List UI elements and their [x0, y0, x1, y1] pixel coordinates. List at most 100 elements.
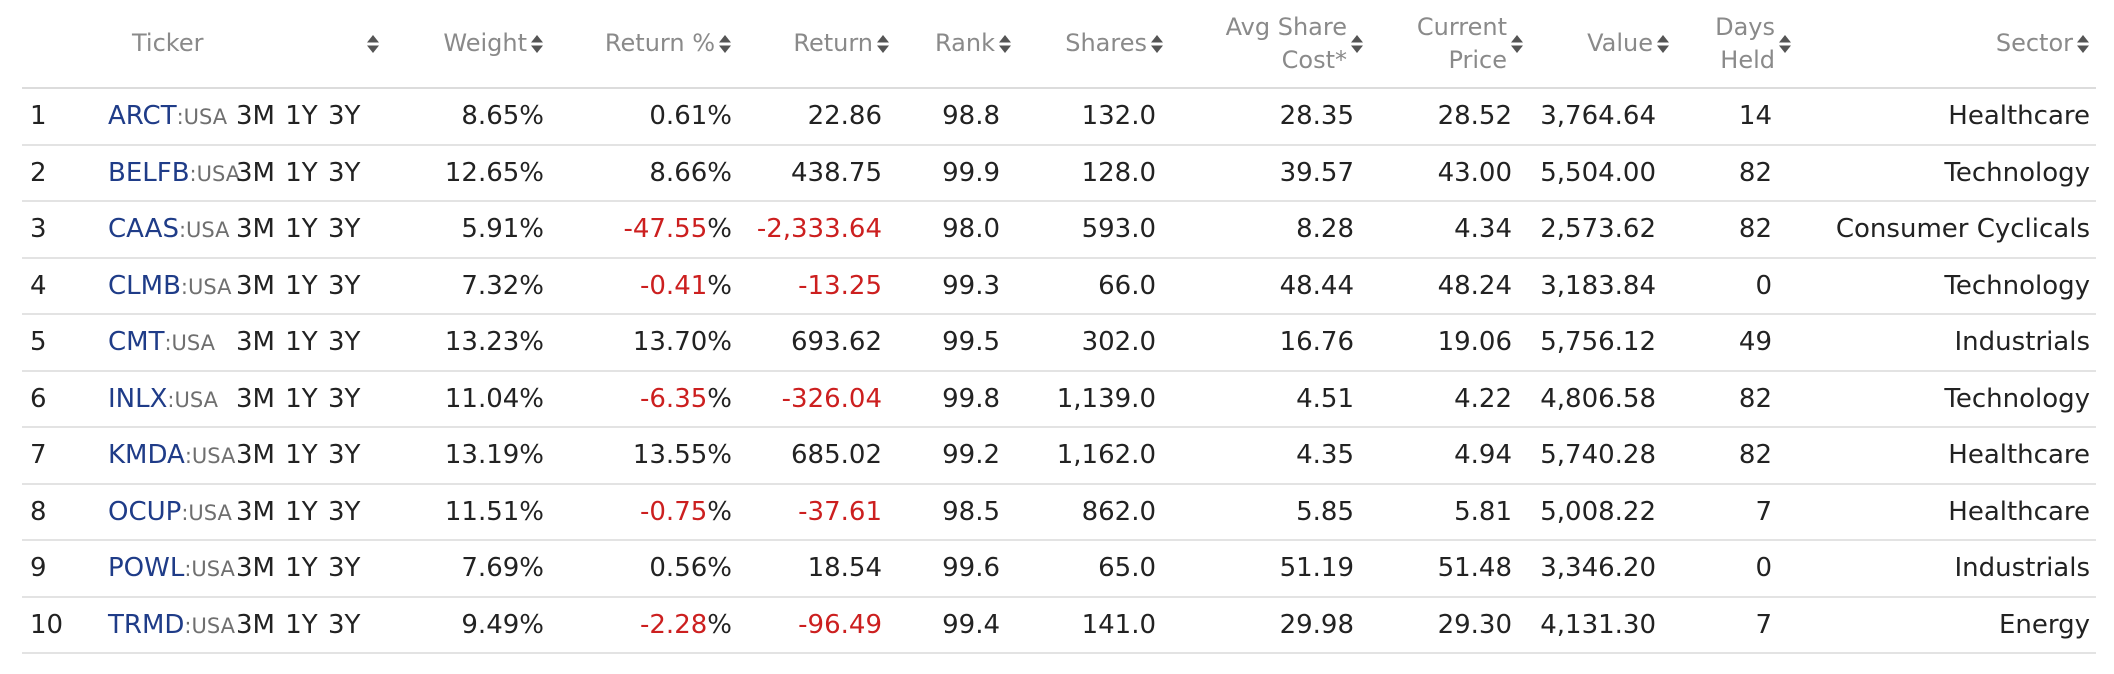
weight-cell: 13.19%: [394, 427, 544, 485]
price-cell: 5.81: [1364, 483, 1524, 541]
sort-arrows-icon[interactable]: [1778, 34, 1792, 54]
ticker-cell: CAAS:USA: [72, 201, 230, 259]
period-link-3m[interactable]: 3M: [236, 158, 275, 188]
rank-cell: 99.9: [890, 144, 1012, 202]
return-cell: 438.75: [732, 144, 890, 202]
weight-header[interactable]: Weight: [394, 0, 544, 89]
ticker-link[interactable]: TRMD: [108, 610, 184, 640]
return-cell: 685.02: [732, 427, 890, 485]
price-header[interactable]: Current Price: [1364, 0, 1524, 89]
index-header: [22, 0, 72, 89]
return-pct-cell: 0.61%: [544, 88, 732, 146]
row-index: 3: [22, 201, 72, 259]
sort-arrows-icon[interactable]: [1150, 34, 1164, 54]
period-link-3y[interactable]: 3Y: [328, 327, 360, 357]
sort-arrows-icon[interactable]: [2076, 34, 2090, 54]
ticker-link[interactable]: ARCT: [108, 101, 177, 131]
period-link-1y[interactable]: 1Y: [285, 610, 317, 640]
period-link-3y[interactable]: 3Y: [328, 610, 360, 640]
return-header[interactable]: Return: [732, 0, 890, 89]
sector-header[interactable]: Sector: [1792, 0, 2096, 89]
sort-arrows-icon[interactable]: [998, 34, 1012, 54]
period-link-1y[interactable]: 1Y: [285, 101, 317, 131]
return-cell: -326.04: [732, 370, 890, 428]
ticker-link[interactable]: CMT: [108, 327, 164, 357]
period-link-1y[interactable]: 1Y: [285, 158, 317, 188]
sort-arrows-icon[interactable]: [1350, 34, 1364, 54]
shares-cell: 66.0: [1012, 257, 1164, 315]
period-link-3y[interactable]: 3Y: [328, 440, 360, 470]
table-row: 3 CAAS:USA 3M 1Y 3Y 5.91% -47.55% -2,333.64 98…: [22, 201, 2096, 259]
period-link-3y[interactable]: 3Y: [328, 214, 360, 244]
table-row: 9 POWL:USA 3M 1Y 3Y 7.69% 0.56% 18.54 99.6 65.0…: [22, 540, 2096, 598]
avg-cost-header[interactable]: Avg Share Cost*: [1164, 0, 1364, 89]
value-header[interactable]: Value: [1524, 0, 1670, 89]
rank-cell: 99.3: [890, 257, 1012, 315]
period-link-1y[interactable]: 1Y: [285, 271, 317, 301]
period-link-1y[interactable]: 1Y: [285, 497, 317, 527]
sector-cell: Technology: [1792, 144, 2096, 202]
period-link-1y[interactable]: 1Y: [285, 327, 317, 357]
sort-arrows-icon[interactable]: [1656, 34, 1670, 54]
price-cell: 29.30: [1364, 596, 1524, 654]
period-link-3m[interactable]: 3M: [236, 327, 275, 357]
return-pct-cell: 8.66%: [544, 144, 732, 202]
sort-arrows-icon[interactable]: [1510, 34, 1524, 54]
ticker-link[interactable]: OCUP: [108, 497, 181, 527]
period-link-1y[interactable]: 1Y: [285, 384, 317, 414]
sort-arrows-icon[interactable]: [366, 34, 380, 54]
price-cell: 48.24: [1364, 257, 1524, 315]
period-link-3y[interactable]: 3Y: [328, 497, 360, 527]
return-pct-header[interactable]: Return %: [544, 0, 732, 89]
period-link-3y[interactable]: 3Y: [328, 158, 360, 188]
period-link-3m[interactable]: 3M: [236, 610, 275, 640]
weight-cell: 7.32%: [394, 257, 544, 315]
period-link-1y[interactable]: 1Y: [285, 553, 317, 583]
value-cell: 4,131.30: [1524, 596, 1670, 654]
ticker-link[interactable]: POWL: [108, 553, 184, 583]
row-index: 7: [22, 427, 72, 485]
days-held-cell: 82: [1670, 144, 1792, 202]
period-link-3y[interactable]: 3Y: [328, 553, 360, 583]
period-link-1y[interactable]: 1Y: [285, 214, 317, 244]
return-header-label: Return: [793, 29, 873, 57]
price-cell: 4.34: [1364, 201, 1524, 259]
days-header[interactable]: Days Held: [1670, 0, 1792, 89]
period-link-3y[interactable]: 3Y: [328, 101, 360, 131]
period-link-3m[interactable]: 3M: [236, 384, 275, 414]
period-link-3m[interactable]: 3M: [236, 497, 275, 527]
ticker-link[interactable]: CLMB: [108, 271, 181, 301]
ticker-sort-header[interactable]: [222, 0, 394, 89]
sort-arrows-icon[interactable]: [876, 34, 890, 54]
shares-header[interactable]: Shares: [1012, 0, 1164, 89]
ticker-link[interactable]: KMDA: [108, 440, 185, 470]
period-link-3m[interactable]: 3M: [236, 101, 275, 131]
period-link-3m[interactable]: 3M: [236, 214, 275, 244]
value-cell: 5,008.22: [1524, 483, 1670, 541]
return-cell: 693.62: [732, 314, 890, 372]
ticker-cell: CLMB:USA: [72, 257, 231, 315]
period-link-3m[interactable]: 3M: [236, 271, 275, 301]
period-link-3m[interactable]: 3M: [236, 553, 275, 583]
ticker-cell: CMT:USA: [72, 314, 222, 372]
ticker-link[interactable]: CAAS: [108, 214, 179, 244]
shares-cell: 302.0: [1012, 314, 1164, 372]
sort-arrows-icon[interactable]: [530, 34, 544, 54]
ticker-header[interactable]: Ticker: [72, 0, 222, 89]
percent-sign: %: [707, 157, 732, 188]
return-pct-cell: 13.70%: [544, 314, 732, 372]
ticker-cell: ARCT:USA: [72, 88, 227, 146]
return-cell: -37.61: [732, 483, 890, 541]
period-link-3m[interactable]: 3M: [236, 440, 275, 470]
days-held-cell: 82: [1670, 370, 1792, 428]
ticker-link[interactable]: BELFB: [108, 158, 190, 188]
period-link-3y[interactable]: 3Y: [328, 384, 360, 414]
rank-header[interactable]: Rank: [890, 0, 1012, 89]
table-row: 7 KMDA:USA 3M 1Y 3Y 13.19% 13.55% 685.02 99.2 1…: [22, 427, 2096, 485]
period-link-3y[interactable]: 3Y: [328, 271, 360, 301]
avg-cost-cell: 4.51: [1164, 370, 1364, 428]
period-link-1y[interactable]: 1Y: [285, 440, 317, 470]
period-links: 3M 1Y 3Y: [222, 540, 394, 598]
ticker-link[interactable]: INLX: [108, 384, 167, 414]
sort-arrows-icon[interactable]: [718, 34, 732, 54]
